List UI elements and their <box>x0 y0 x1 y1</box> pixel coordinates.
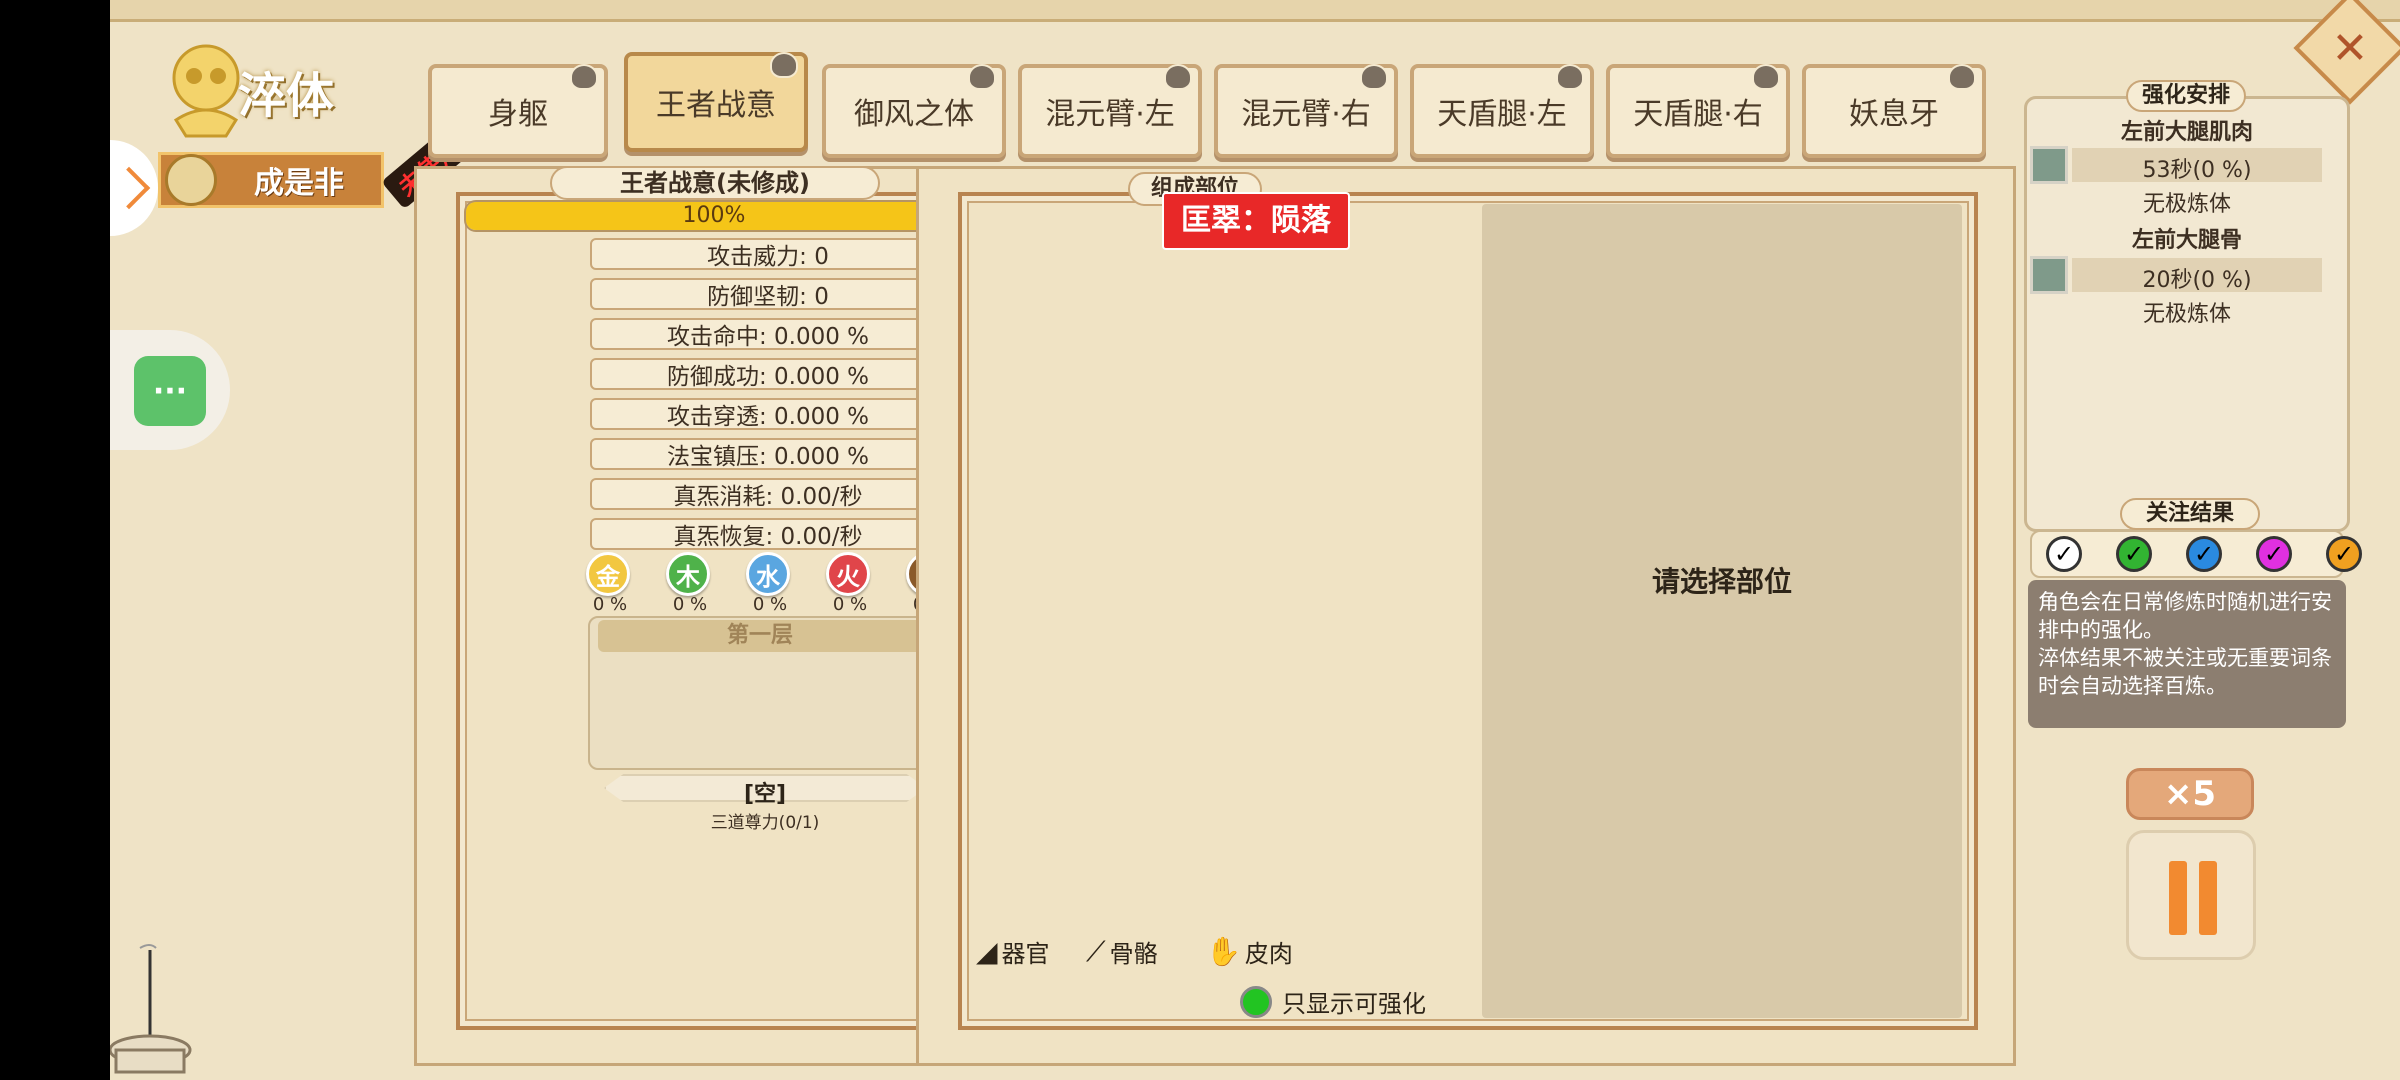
stat-attack-power: 攻击威力: 0 <box>590 238 946 270</box>
stat-artifact-suppress: 法宝镇压: 0.000 % <box>590 438 946 470</box>
stat-attack-pierce: 攻击穿透: 0.000 % <box>590 398 946 430</box>
incense-burner-icon <box>110 940 200 1080</box>
stat-qi-recover: 真炁恢复: 0.00/秒 <box>590 518 946 550</box>
focus-blue-checkbox[interactable]: ✓ <box>2186 536 2222 572</box>
tab-bell-icon <box>968 64 996 90</box>
tab-bell-icon <box>1556 64 1584 90</box>
schedule-item-icon <box>2030 146 2068 184</box>
more-icon: ··· <box>152 373 188 409</box>
element-wood-icon: 木 <box>666 552 710 596</box>
tab-label: 妖息牙 <box>1849 97 1939 132</box>
death-notice: 匡翠：陨落 <box>1162 192 1350 250</box>
element-water-pct: 0 % <box>752 594 788 615</box>
top-frame <box>110 0 2400 22</box>
character-name: 成是非 <box>254 166 344 201</box>
close-icon: ✕ <box>2331 22 2369 74</box>
select-part-prompt: 请选择部位 <box>1651 565 1792 598</box>
chevron-right-icon <box>110 166 151 210</box>
filter-bone[interactable]: ⟋ 骨骼 <box>1086 934 1158 969</box>
tab-label: 身躯 <box>488 97 548 132</box>
progress-label: 100% <box>682 203 746 228</box>
chat-button[interactable]: ··· <box>134 356 206 426</box>
tab-label: 天盾腿·右 <box>1633 97 1763 132</box>
upgradable-only-toggle[interactable]: 只显示可强化 <box>1240 984 1426 1019</box>
focus-green-checkbox[interactable]: ✓ <box>2116 536 2152 572</box>
filter-label: 皮肉 <box>1244 940 1293 968</box>
tab-bell-icon <box>1360 64 1388 90</box>
pause-icon <box>2169 861 2187 935</box>
character-selector[interactable]: 成是非 <box>158 152 384 208</box>
tab-label: 混元臂·左 <box>1045 97 1175 132</box>
speed-button[interactable]: ×5 <box>2126 768 2254 820</box>
schedule-item-method: 无极炼体 <box>2142 302 2231 327</box>
tab-arm-right[interactable]: 混元臂·右 <box>1214 64 1398 158</box>
skull-emblem-icon <box>166 40 246 140</box>
skill-title: 王者战意(未修成) <box>550 166 880 200</box>
slot-subtitle: 三道尊力(0/1) <box>710 813 820 833</box>
organ-icon: ◢ <box>976 935 998 968</box>
stat-attack-hit: 攻击命中: 0.000 % <box>590 318 946 350</box>
element-wood-pct: 0 % <box>672 594 708 615</box>
tab-arm-left[interactable]: 混元臂·左 <box>1018 64 1202 158</box>
bone-icon: ⟋ <box>1086 934 1106 968</box>
slot-label[interactable]: [空] <box>710 776 820 808</box>
element-water-icon: 水 <box>746 552 790 596</box>
focus-purple-checkbox[interactable]: ✓ <box>2256 536 2292 572</box>
schedule-item-time: 20秒(0 %) <box>2142 268 2252 293</box>
toggle-on-icon <box>1240 985 1272 1018</box>
schedule-item-time: 53秒(0 %) <box>2142 158 2252 183</box>
expand-drawer-button[interactable] <box>110 140 158 236</box>
tab-bell-icon <box>770 52 798 78</box>
filter-organ[interactable]: ◢ 器官 <box>976 934 1050 969</box>
filter-label: 器官 <box>1001 940 1050 968</box>
schedule-item-icon <box>2030 256 2068 294</box>
filter-flesh[interactable]: ✋ 皮肉 <box>1206 934 1293 969</box>
tab-bell-icon <box>570 64 598 90</box>
tab-wind-body[interactable]: 御风之体 <box>822 64 1006 158</box>
parts-placeholder-area <box>1482 204 1962 1018</box>
tab-leg-right[interactable]: 天盾腿·右 <box>1606 64 1790 158</box>
element-metal-icon: 金 <box>586 552 630 596</box>
stat-defense-toughness: 防御坚韧: 0 <box>590 278 946 310</box>
tab-label: 混元臂·右 <box>1241 97 1371 132</box>
layer-title: 第一层 <box>598 620 922 652</box>
tab-label: 王者战意 <box>656 88 776 123</box>
schedule-item-name: 左前大腿肌肉 <box>2120 120 2253 145</box>
progress-bar: 100% <box>464 200 964 232</box>
focus-title: 关注结果 <box>2120 498 2260 530</box>
focus-orange-checkbox[interactable]: ✓ <box>2326 536 2362 572</box>
game-screen: ··· 淬体 成是非 未使用 身躯 王者战意 御风之体 混元臂·左 混元臂·右 <box>110 0 2400 1080</box>
filter-label: 骨骼 <box>1109 940 1158 968</box>
pause-button[interactable] <box>2126 830 2256 960</box>
tab-demon-fang[interactable]: 妖息牙 <box>1802 64 1986 158</box>
character-avatar <box>165 154 217 206</box>
info-box: 角色会在日常修炼时随机进行安排中的强化。 淬体结果不被关注或无重要词条时会自动选… <box>2028 580 2346 728</box>
toggle-label: 只显示可强化 <box>1282 990 1426 1018</box>
tab-label: 天盾腿·左 <box>1437 97 1567 132</box>
tab-kings-will[interactable]: 王者战意 <box>624 52 808 152</box>
schedule-item-method: 无极炼体 <box>2142 192 2231 217</box>
tab-leg-left[interactable]: 天盾腿·左 <box>1410 64 1594 158</box>
element-metal-pct: 0 % <box>592 594 628 615</box>
tab-label: 御风之体 <box>854 97 974 132</box>
focus-white-checkbox[interactable]: ✓ <box>2046 536 2082 572</box>
flesh-icon: ✋ <box>1206 935 1241 968</box>
schedule-title: 强化安排 <box>2126 80 2246 112</box>
page-title: 淬体 <box>238 68 335 124</box>
pause-icon-bar <box>2199 861 2217 935</box>
tab-bell-icon <box>1164 64 1192 90</box>
stat-qi-consume: 真炁消耗: 0.00/秒 <box>590 478 946 510</box>
element-fire-icon: 火 <box>826 552 870 596</box>
stat-defense-success: 防御成功: 0.000 % <box>590 358 946 390</box>
element-fire-pct: 0 % <box>832 594 868 615</box>
tab-torso[interactable]: 身躯 <box>428 64 608 158</box>
tab-bell-icon <box>1752 64 1780 90</box>
tab-bell-icon <box>1948 64 1976 90</box>
schedule-item-name: 左前大腿骨 <box>2131 228 2242 253</box>
